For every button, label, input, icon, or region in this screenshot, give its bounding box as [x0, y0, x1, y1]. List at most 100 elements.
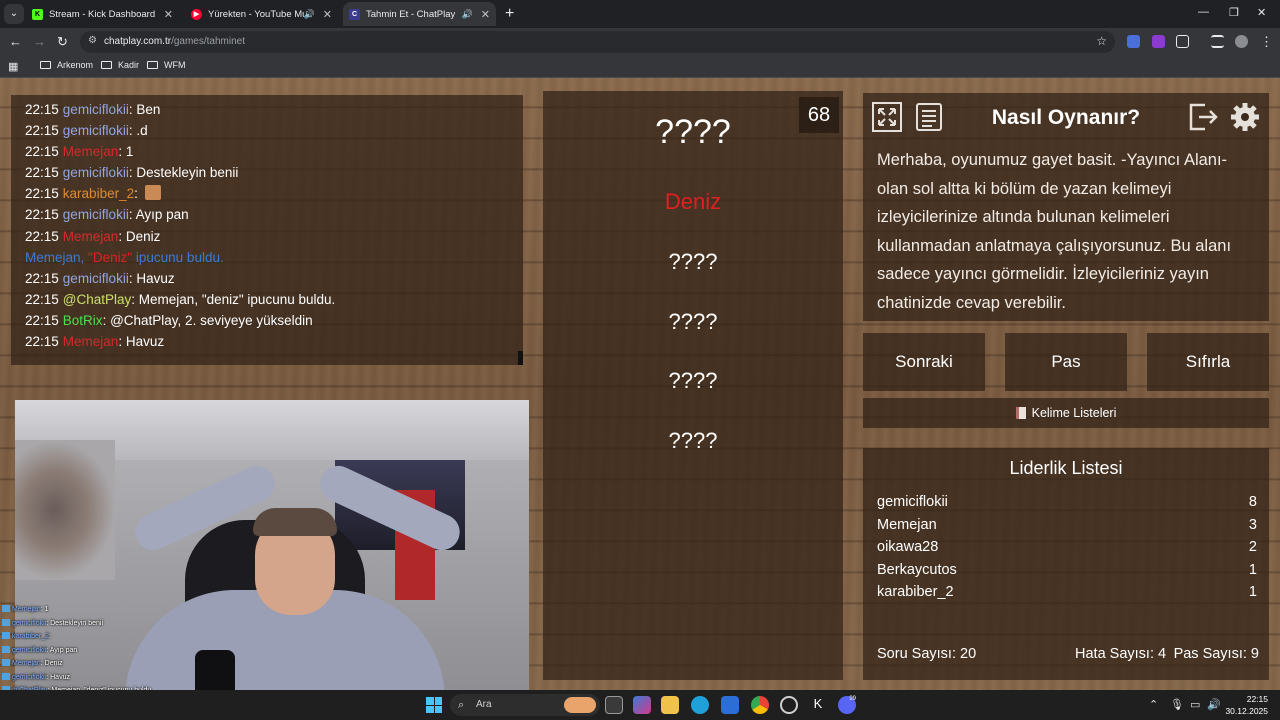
tab-chatplay[interactable]: C Tahmin Et - ChatPlay 🔊 ✕: [343, 2, 496, 26]
overlay-chat-message: gemiciflokii: Havuz: [2, 671, 172, 685]
new-tab-button[interactable]: +: [505, 5, 514, 23]
reload-icon[interactable]: ↻: [57, 34, 68, 50]
close-tab-icon[interactable]: ✕: [481, 8, 490, 21]
bookmark-arkenom[interactable]: Arkenom: [40, 60, 93, 70]
store-icon[interactable]: [721, 696, 739, 714]
bookmark-star-icon[interactable]: ☆: [1096, 34, 1107, 48]
chat-message: 22:15 gemiciflokii: Destekleyin benii: [25, 165, 239, 181]
found-clue-word: Deniz: [664, 189, 722, 214]
task-view-icon[interactable]: [605, 696, 623, 714]
browser-toolbar: ← → ↻ ⚙ chatplay.com.tr/games/tahminet ☆…: [0, 28, 1280, 56]
discord-icon[interactable]: 99: [838, 696, 856, 714]
chat-time: 22:15: [25, 144, 59, 160]
next-button[interactable]: Sonraki: [863, 333, 985, 391]
tab-kick-dashboard[interactable]: K Stream - Kick Dashboard ✕: [26, 2, 179, 26]
profile-avatar[interactable]: [1235, 35, 1248, 48]
chat-text: Deniz: [125, 228, 161, 244]
restore-icon[interactable]: ❐: [1229, 6, 1239, 19]
minimize-icon[interactable]: —: [1198, 6, 1209, 18]
extensions-puzzle-icon[interactable]: [1176, 35, 1189, 48]
speaker-icon[interactable]: 🔊: [304, 9, 315, 20]
chat-message: 22:15 gemiciflokii: Ben: [25, 102, 161, 117]
tab-youtube-music[interactable]: ▶ Yürekten - YouTube Music 🔊 ✕: [185, 2, 338, 26]
file-explorer-icon[interactable]: [661, 696, 679, 714]
close-tab-icon[interactable]: ✕: [164, 8, 173, 21]
word-lists-button[interactable]: Kelime Listeleri: [863, 398, 1269, 428]
word-lists-label: Kelime Listeleri: [1031, 406, 1117, 420]
badge-icon: [2, 645, 10, 653]
bookmark-kadir[interactable]: Kadir: [101, 60, 139, 70]
hidden-clue-word: ????: [668, 309, 718, 334]
obs-icon[interactable]: [780, 696, 798, 714]
leaderboard-row: Memejan 3: [877, 516, 1257, 533]
chat-username[interactable]: karabiber_2: [63, 186, 134, 201]
hidden-clue-word: ????: [668, 249, 718, 274]
tray-overflow-icon[interactable]: ⌃: [1149, 698, 1158, 711]
start-button[interactable]: [426, 697, 442, 713]
apps-grid-icon[interactable]: ▦: [8, 60, 18, 73]
overlay-chat-message: gemiciflokii: Ayıp pan: [2, 644, 172, 658]
chat-message: 22:15 Memejan: Havuz: [25, 334, 165, 350]
chat-message: 22:15 Memejan: Deniz: [25, 228, 161, 244]
chat-text: Destekleyin benii: [136, 165, 239, 181]
tab-title: Yürekten - YouTube Music: [208, 8, 304, 20]
menu-icon[interactable]: ⋮: [1260, 34, 1273, 50]
chat-username[interactable]: Memejan: [63, 144, 119, 159]
microphone-icon[interactable]: 🎙: [1170, 698, 1184, 711]
volume-icon[interactable]: 🔊: [1207, 698, 1221, 711]
chat-text: Havuz: [136, 270, 175, 286]
chatplay-icon: C: [349, 8, 360, 20]
kick-app-icon[interactable]: K: [809, 696, 827, 714]
chat-message: 22:15 BotRix: @ChatPlay, 2. seviyeye yüks…: [25, 312, 313, 328]
edge-icon[interactable]: [691, 696, 709, 714]
chat-username[interactable]: gemiciflokii: [63, 271, 129, 286]
extension-icon[interactable]: [1152, 35, 1165, 48]
chrome-icon[interactable]: [751, 696, 769, 714]
address-bar[interactable]: ⚙ chatplay.com.tr/games/tahminet ☆: [80, 31, 1115, 53]
speaker-icon[interactable]: 🔊: [462, 9, 473, 20]
translate-extension-icon[interactable]: [1127, 35, 1140, 48]
leaderboard-row: gemiciflokii 8: [877, 494, 1257, 510]
kick-icon: K: [32, 8, 43, 20]
clock-time: 22:15: [1246, 694, 1268, 704]
back-icon[interactable]: ←: [9, 34, 22, 49]
chat-text: Havuz: [125, 334, 165, 350]
tab-title: Stream - Kick Dashboard: [49, 8, 156, 20]
chat-username[interactable]: @ChatPlay: [63, 292, 131, 307]
overlay-chat-message: karabiber_2:: [2, 630, 172, 644]
tab-search-button[interactable]: ⌄: [4, 4, 24, 24]
chat-time: 22:15: [25, 291, 59, 307]
chat-time: 22:15: [25, 270, 59, 286]
reset-button[interactable]: Sıfırla: [1147, 333, 1269, 391]
chat-username[interactable]: gemiciflokii: [63, 207, 129, 222]
chat-time: 22:15: [25, 102, 59, 117]
tab-title: Tahmin Et - ChatPlay: [366, 8, 456, 20]
chat-text: Memejan, "deniz" ipucunu buldu.: [138, 291, 336, 307]
site-info-icon[interactable]: ⚙: [88, 35, 97, 46]
bookmark-wfm[interactable]: WFM: [147, 60, 186, 70]
media-control-icon[interactable]: [1211, 35, 1224, 48]
exit-icon[interactable]: [1187, 101, 1219, 133]
chat-username[interactable]: Memejan: [63, 334, 119, 349]
copilot-icon[interactable]: [633, 696, 651, 714]
chat-text: @ChatPlay, 2. seviyeye yükseldin: [110, 312, 313, 328]
forward-icon[interactable]: →: [33, 34, 46, 49]
close-tab-icon[interactable]: ✕: [323, 8, 332, 21]
chat-username[interactable]: gemiciflokii: [63, 123, 129, 138]
system-clock[interactable]: 22:15 30.12.2025: [1225, 693, 1268, 717]
url-text: chatplay.com.tr/games/tahminet: [104, 36, 245, 47]
chat-scrollbar[interactable]: [518, 351, 523, 365]
settings-gear-icon[interactable]: [1229, 101, 1261, 133]
chat-username[interactable]: BotRix: [63, 313, 103, 328]
display-icon[interactable]: ▭: [1190, 698, 1200, 711]
close-window-icon[interactable]: ✕: [1257, 6, 1266, 19]
clock-date: 30.12.2025: [1225, 706, 1268, 716]
pass-button[interactable]: Pas: [1005, 333, 1127, 391]
question-count: Soru Sayısı: 20: [877, 646, 977, 662]
chat-time: 22:15: [25, 334, 59, 350]
taskbar-search[interactable]: ⌕ Ara: [450, 694, 600, 716]
chat-username[interactable]: Memejan: [63, 229, 119, 244]
chat-username[interactable]: gemiciflokii: [63, 102, 129, 117]
chat-username[interactable]: gemiciflokii: [63, 165, 129, 180]
leaderboard-row: oikawa28 2: [877, 539, 1257, 555]
